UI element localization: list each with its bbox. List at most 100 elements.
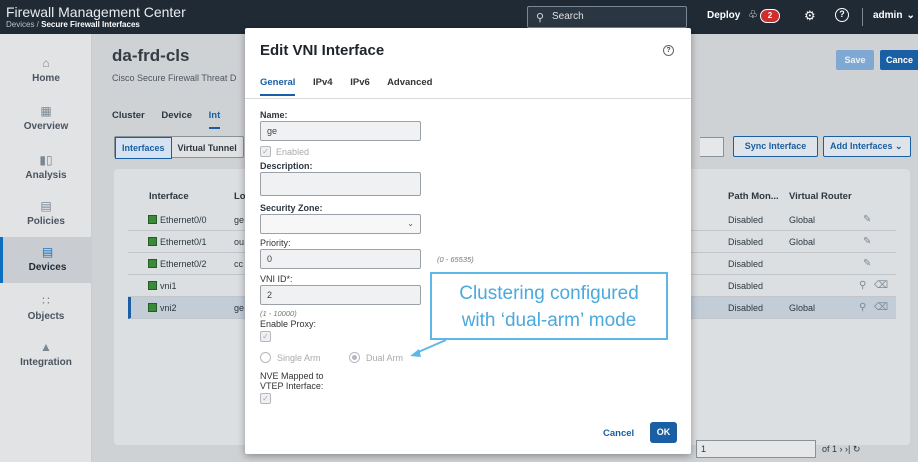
tab-device[interactable]: Device xyxy=(161,110,192,121)
tab-ipv6[interactable]: IPv6 xyxy=(350,77,370,88)
next-page-icon[interactable]: › xyxy=(840,444,843,454)
path-monitoring-cell: Disabled xyxy=(728,303,764,313)
page-count: of 1 xyxy=(822,444,838,454)
ok-button[interactable]: OK xyxy=(650,422,677,443)
single-arm-label: Single Arm xyxy=(277,353,321,363)
security-zone-select[interactable]: ⌄ xyxy=(260,214,421,234)
enable-proxy-label: Enable Proxy: xyxy=(260,319,317,329)
nve-mapped-checkbox[interactable]: ✓ xyxy=(260,393,271,404)
gear-icon[interactable]: ⚙ xyxy=(804,8,816,24)
search-placeholder: Search xyxy=(552,11,584,22)
pager-controls: of 1 › ›| ↻ xyxy=(822,444,860,455)
priority-hint: (0 - 65535) xyxy=(437,255,474,264)
search-icon[interactable]: ⚲ xyxy=(859,280,866,291)
column-header-path-monitoring[interactable]: Path Mon... xyxy=(728,191,779,202)
sidebar: ⌂ Home ▦ Overview ▮▯ Analysis ▤ Policies… xyxy=(0,34,92,462)
sidebar-item-label: Integration xyxy=(20,357,72,368)
priority-input[interactable]: 0 xyxy=(260,249,421,269)
single-arm-radio[interactable] xyxy=(260,352,271,363)
name-input[interactable]: ge xyxy=(260,121,421,141)
interface-name: Ethernet0/2 xyxy=(160,259,207,269)
ethernet-icon xyxy=(148,215,157,224)
dialog-tabs: General IPv4 IPv6 Advanced xyxy=(260,77,447,96)
help-icon[interactable]: ? xyxy=(663,45,674,56)
dual-arm-radio[interactable] xyxy=(349,352,360,363)
search-icon[interactable]: ⚲ xyxy=(859,302,866,313)
sidebar-item-overview[interactable]: ▦ Overview xyxy=(0,96,92,142)
user-menu[interactable]: admin ⌄ xyxy=(873,10,915,21)
description-input[interactable] xyxy=(260,172,421,196)
security-zone-label: Security Zone: xyxy=(260,203,323,213)
page-cancel-button[interactable]: Cance xyxy=(880,50,918,70)
column-header-virtual-router[interactable]: Virtual Router xyxy=(789,191,852,202)
tab-advanced[interactable]: Advanced xyxy=(387,77,432,88)
tab-ipv4[interactable]: IPv4 xyxy=(313,77,333,88)
vtep-interface-label: VTEP Interface: xyxy=(260,381,324,391)
tab-divider xyxy=(245,98,691,99)
sidebar-item-devices[interactable]: ▤ Devices xyxy=(0,237,92,283)
page-number-input[interactable]: 1 xyxy=(696,440,816,458)
notification-badge[interactable]: 2 xyxy=(760,9,780,23)
enable-proxy-checkbox[interactable]: ✓ xyxy=(260,331,271,342)
column-header-logical[interactable]: Lo xyxy=(234,191,246,202)
logical-name-cell: ou xyxy=(234,237,245,247)
tab-cluster[interactable]: Cluster xyxy=(112,110,145,121)
column-header-interface[interactable]: Interface xyxy=(149,191,189,202)
sidebar-item-analysis[interactable]: ▮▯ Analysis xyxy=(0,145,92,191)
sync-interface-button[interactable]: Sync Interface xyxy=(733,136,818,157)
sidebar-item-integration[interactable]: ▲ Integration xyxy=(0,332,92,378)
filter-input[interactable] xyxy=(700,137,724,157)
vni-icon xyxy=(148,281,157,290)
sidebar-item-home[interactable]: ⌂ Home xyxy=(0,48,92,94)
vni-id-input[interactable]: 2 xyxy=(260,285,421,305)
ethernet-icon xyxy=(148,237,157,246)
sidebar-item-policies[interactable]: ▤ Policies xyxy=(0,191,92,237)
last-page-icon[interactable]: ›| xyxy=(845,444,850,454)
policies-icon: ▤ xyxy=(40,199,52,213)
edit-vni-dialog: Edit VNI Interface ? General IPv4 IPv6 A… xyxy=(245,28,691,454)
search-input[interactable]: ⚲ Search xyxy=(527,6,687,28)
callout-line-2: with ‘dual-arm’ mode xyxy=(461,310,637,331)
refresh-icon[interactable]: ↻ xyxy=(853,444,861,454)
trash-icon[interactable]: ⌫ xyxy=(874,302,888,313)
trash-icon[interactable]: ⌫ xyxy=(874,280,888,291)
ethernet-icon xyxy=(148,259,157,268)
add-interfaces-button[interactable]: Add Interfaces ⌄ xyxy=(823,136,911,157)
interface-cell: vni2 xyxy=(148,303,177,313)
deploy-button[interactable]: Deploy xyxy=(707,10,740,21)
edit-icon[interactable]: ✎ xyxy=(863,236,871,247)
objects-icon: ∷ xyxy=(42,294,50,308)
dialog-title: Edit VNI Interface xyxy=(260,42,385,59)
path-monitoring-cell: Disabled xyxy=(728,237,764,247)
logical-name-cell: ge xyxy=(234,303,245,313)
tab-general[interactable]: General xyxy=(260,77,296,96)
enabled-label: Enabled xyxy=(276,147,310,157)
edit-icon[interactable]: ✎ xyxy=(863,214,871,225)
interface-cell: vni1 xyxy=(148,281,177,291)
enabled-checkbox[interactable]: ✓ xyxy=(260,146,271,157)
callout-line-1: Clustering configured xyxy=(459,283,639,304)
tab-interfaces[interactable]: Int xyxy=(208,110,221,129)
edit-icon[interactable]: ✎ xyxy=(863,258,871,269)
header-divider xyxy=(862,8,863,26)
save-button[interactable]: Save xyxy=(836,50,874,70)
analysis-icon: ▮▯ xyxy=(39,153,53,167)
sidebar-item-objects[interactable]: ∷ Objects xyxy=(0,286,92,332)
interface-name: Ethernet0/1 xyxy=(160,237,207,247)
sidebar-item-label: Objects xyxy=(27,311,65,322)
dialog-cancel-button[interactable]: Cancel xyxy=(603,428,634,439)
user-name: admin xyxy=(873,10,903,21)
subtab-virtual-tunnel[interactable]: Virtual Tunnel xyxy=(172,138,243,158)
sidebar-item-label: Devices xyxy=(28,262,67,273)
add-interfaces-label: Add Interfaces xyxy=(830,141,893,151)
device-name: da-frd-cls xyxy=(112,46,190,65)
dual-arm-label: Dual Arm xyxy=(366,353,404,363)
breadcrumb-current: Secure Firewall Interfaces xyxy=(41,20,140,29)
subtab-interfaces[interactable]: Interfaces xyxy=(115,137,172,159)
help-icon[interactable]: ? xyxy=(835,8,849,22)
chevron-down-icon: ⌄ xyxy=(407,219,414,228)
priority-label: Priority: xyxy=(260,238,291,248)
breadcrumb: Devices / Secure Firewall Interfaces xyxy=(6,20,140,29)
breadcrumb-parent[interactable]: Devices / xyxy=(6,20,41,29)
bell-icon[interactable]: ♧ xyxy=(748,8,758,21)
